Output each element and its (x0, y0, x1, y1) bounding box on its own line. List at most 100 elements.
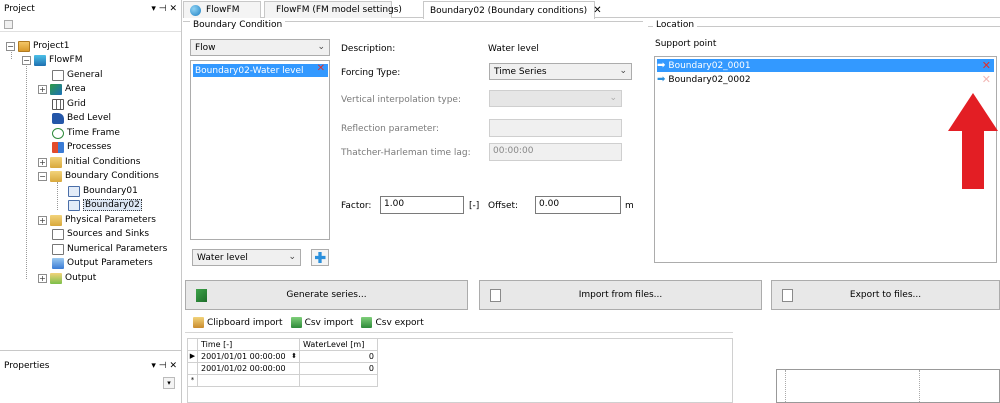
tree-label: Boundary Conditions (65, 171, 159, 181)
cell-value: 2001/01/01 00:00:00 (201, 352, 286, 361)
tree-label: Bed Level (67, 113, 112, 123)
add-quantity-combo[interactable]: Water level ⌄ (192, 249, 301, 266)
tab-flowfm-settings[interactable]: FlowFM (FM model settings) (264, 1, 402, 18)
collapse-icon[interactable]: − (38, 171, 47, 181)
close-icon[interactable]: ✕ (593, 5, 601, 16)
chevron-down-icon: ⌄ (317, 42, 325, 52)
forcing-type-value: Time Series (494, 66, 547, 77)
document-tabs: FlowFM FlowFM (FM model settings) Bounda… (183, 0, 1000, 19)
expand-icon[interactable]: + (38, 157, 47, 167)
row-header-corner (188, 339, 198, 351)
expand-icon[interactable]: + (38, 273, 47, 283)
spinner-icon[interactable]: ⬍ (291, 351, 297, 362)
tree-node-numerical-parameters[interactable]: Numerical Parameters (52, 242, 167, 256)
tab-boundary02[interactable]: Boundary02 (Boundary conditions) ✕ (423, 1, 602, 19)
vertical-interpolation-combo[interactable]: ⌄ (489, 90, 622, 107)
support-point-item[interactable]: ➡ Boundary02_0001 ✕ (657, 59, 994, 72)
add-quantity-value: Water level (197, 252, 248, 263)
tree-label: Numerical Parameters (67, 244, 168, 254)
output-folder-icon (50, 272, 62, 284)
quantity-combo[interactable]: Flow ⌄ (190, 39, 330, 56)
tab-flowfm[interactable]: FlowFM (183, 1, 261, 18)
tree-node-bed-level[interactable]: Bed Level (52, 111, 111, 125)
tree-node-general[interactable]: General (52, 68, 102, 82)
collapse-all-icon[interactable] (4, 20, 13, 29)
import-icon (490, 289, 501, 302)
thatcher-harleman-field[interactable]: 00:00:00 (489, 143, 622, 161)
expand-icon[interactable]: + (38, 215, 47, 225)
csv-export-button[interactable]: Csv export (361, 317, 424, 328)
remove-icon[interactable]: ✕ (317, 63, 325, 74)
project-panel-header: Project ▾ ⊣ ✕ (0, 0, 181, 18)
tree-node-initial-conditions[interactable]: + Initial Conditions (38, 155, 140, 169)
boundary-data-list[interactable]: Boundary02-Water level ✕ (190, 60, 330, 240)
generate-series-button[interactable]: Generate series... (185, 280, 468, 310)
clipboard-import-button[interactable]: Clipboard import (193, 317, 283, 328)
offset-field[interactable]: 0.00 (535, 196, 621, 214)
remove-icon[interactable]: ✕ (982, 59, 991, 72)
forcing-type-combo[interactable]: Time Series ⌄ (489, 63, 632, 80)
thatcher-harleman-label: Thatcher-Harleman time lag: (341, 148, 471, 158)
import-from-files-button[interactable]: Import from files... (479, 280, 762, 310)
folder-icon (50, 170, 62, 182)
tree-node-boundary01[interactable]: Boundary01 (68, 184, 138, 198)
csv-import-button[interactable]: Csv import (290, 317, 354, 328)
globe-icon (190, 4, 201, 16)
tree-node-output[interactable]: + Output (38, 271, 96, 285)
tree-node-area[interactable]: + Area (38, 82, 86, 96)
table-cell-new[interactable] (198, 375, 300, 387)
expand-icon[interactable]: + (38, 84, 47, 94)
factor-field[interactable]: 1.00 (380, 196, 464, 214)
chart-icon (196, 289, 207, 302)
properties-dropdown-icon[interactable]: ▾ (163, 377, 175, 389)
tab-label: FlowFM (FM model settings) (276, 5, 402, 15)
tree-node-processes[interactable]: Processes (52, 140, 111, 154)
csv-import-icon (290, 317, 302, 328)
tree-node-boundary02[interactable]: Boundary02 (68, 198, 142, 212)
table-cell-waterlevel[interactable]: 0 (300, 363, 378, 375)
tree-node-grid[interactable]: Grid (52, 97, 86, 111)
table-cell-waterlevel[interactable]: 0 (300, 351, 378, 363)
export-to-files-button[interactable]: Export to files... (771, 280, 1000, 310)
arrow-right-icon: ➡ (657, 74, 666, 85)
csv-export-label: Csv export (375, 317, 424, 328)
generate-series-label: Generate series... (286, 290, 367, 300)
boundary-icon (68, 199, 80, 211)
boundary-icon (68, 185, 80, 197)
tab-label: Boundary02 (Boundary conditions) (430, 5, 588, 16)
tree-label: Project1 (33, 41, 70, 51)
csv-export-icon (361, 317, 373, 328)
thatcher-harleman-value: 00:00:00 (493, 146, 534, 156)
table-cell-time[interactable]: 2001/01/02 00:00:00 (198, 363, 300, 375)
add-button[interactable] (311, 249, 329, 266)
tree-node-project1[interactable]: − Project1 (6, 39, 70, 53)
collapse-icon[interactable]: − (6, 41, 15, 51)
tree-node-output-parameters[interactable]: Output Parameters (52, 256, 153, 270)
tree-node-time-frame[interactable]: Time Frame (52, 126, 120, 140)
reflection-parameter-field[interactable] (489, 119, 622, 137)
collapse-icon[interactable]: − (22, 55, 31, 65)
new-row-marker: * (188, 375, 198, 387)
remove-icon[interactable]: ✕ (982, 73, 991, 86)
tree-node-boundary-conditions[interactable]: − Boundary Conditions (38, 169, 159, 183)
factor-value: 1.00 (384, 199, 405, 209)
table-cell-new[interactable] (300, 375, 378, 387)
table-cell-time[interactable]: 2001/01/01 00:00:00 ⬍ (198, 351, 300, 363)
list-item-boundary02-water-level[interactable]: Boundary02-Water level ✕ (193, 63, 328, 77)
support-point-list[interactable]: ➡ Boundary02_0001 ✕ ➡ Boundary02_0002 ✕ (654, 56, 997, 263)
tree-node-flowfm[interactable]: − FlowFM (22, 53, 83, 67)
project-panel-controls[interactable]: ▾ ⊣ ✕ (151, 4, 177, 14)
support-point-item[interactable]: ➡ Boundary02_0002 ✕ (657, 73, 994, 86)
properties-panel-controls[interactable]: ▾ ⊣ ✕ (151, 361, 177, 371)
description-value: Water level (488, 44, 539, 54)
import-from-files-label: Import from files... (578, 290, 663, 300)
csv-import-label: Csv import (304, 317, 354, 328)
clock-icon (52, 127, 64, 139)
column-header-time[interactable]: Time [-] (198, 339, 300, 351)
export-to-files-label: Export to files... (849, 290, 922, 300)
column-header-waterlevel[interactable]: WaterLevel [m] (300, 339, 378, 351)
tree-node-sources-and-sinks[interactable]: Sources and Sinks (52, 227, 149, 241)
row-header (188, 363, 198, 375)
time-series-table[interactable]: Time [-] WaterLevel [m] ▶ 2001/01/01 00:… (187, 338, 733, 403)
tree-node-physical-parameters[interactable]: + Physical Parameters (38, 213, 156, 227)
